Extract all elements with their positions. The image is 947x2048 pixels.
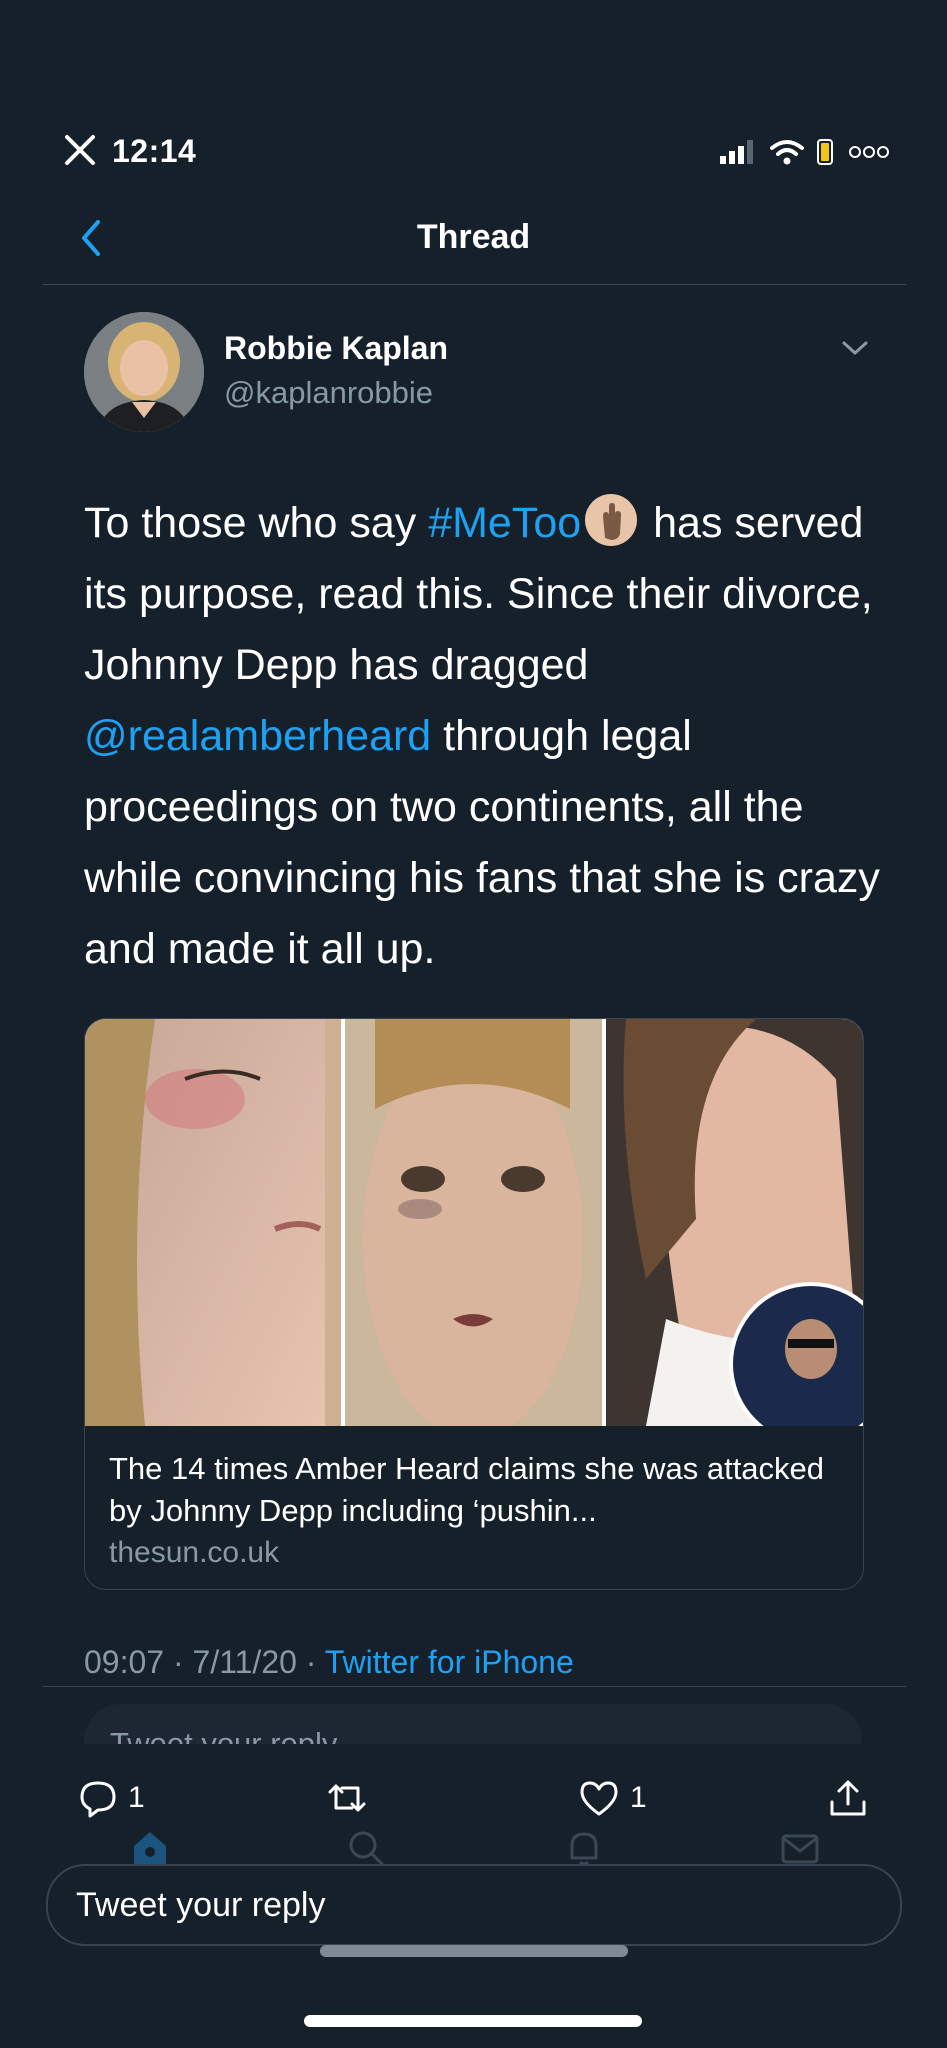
signal-icon xyxy=(720,140,753,164)
tweet-date: 7/11/20 xyxy=(192,1644,297,1680)
retweet-button[interactable] xyxy=(324,1774,370,1822)
reply-placeholder: Tweet your reply xyxy=(76,1886,326,1924)
tweet-time: 09:07 xyxy=(84,1644,165,1680)
link-card[interactable]: The 14 times Amber Heard claims she was … xyxy=(84,1018,864,1590)
tweet-text-part1: To those who say xyxy=(84,499,429,547)
reply-count: 1 xyxy=(128,1781,145,1814)
reply-button[interactable]: 1 xyxy=(78,1774,145,1822)
battery-icon xyxy=(817,139,833,165)
heart-icon xyxy=(580,1781,618,1816)
share-button[interactable] xyxy=(828,1774,868,1822)
mention-link[interactable]: @realamberheard xyxy=(84,712,431,760)
like-button[interactable]: 1 xyxy=(578,1774,647,1822)
meta-separator: · xyxy=(296,1644,325,1680)
meta-separator: · xyxy=(164,1644,193,1680)
header-divider xyxy=(42,284,906,285)
reply-icon xyxy=(80,1781,116,1818)
tweet-text: To those who say #MeToo has served its p… xyxy=(84,488,884,985)
wifi-icon xyxy=(770,140,804,165)
status-icons xyxy=(720,138,890,166)
card-photo-right xyxy=(606,1019,863,1426)
card-text: The 14 times Amber Heard claims she was … xyxy=(85,1426,863,1589)
retweet-icon xyxy=(328,1784,366,1812)
author-handle[interactable]: @kaplanrobbie xyxy=(224,375,433,411)
home-indicator[interactable] xyxy=(304,2015,642,2027)
more-dots-icon[interactable] xyxy=(848,145,890,159)
raised-hand-icon xyxy=(585,494,638,546)
share-icon xyxy=(830,1780,866,1816)
meta-divider xyxy=(42,1686,906,1687)
chevron-down-icon[interactable] xyxy=(838,336,872,360)
card-image xyxy=(85,1019,863,1426)
author-name[interactable]: Robbie Kaplan xyxy=(224,330,448,367)
page-title: Thread xyxy=(416,218,531,256)
avatar[interactable] xyxy=(84,312,204,432)
card-domain: thesun.co.uk xyxy=(109,1536,280,1569)
card-photo-left xyxy=(85,1019,341,1426)
card-photo-middle xyxy=(345,1019,602,1426)
card-title: The 14 times Amber Heard claims she was … xyxy=(109,1451,825,1528)
tweet-source-link[interactable]: Twitter for iPhone xyxy=(325,1644,574,1680)
tweet-meta: 09:07 · 7/11/20 · Twitter for iPhone xyxy=(84,1644,574,1681)
reply-input[interactable]: Tweet your reply xyxy=(46,1864,902,1946)
close-icon[interactable] xyxy=(62,132,98,168)
hashtag-link[interactable]: #MeToo xyxy=(428,499,581,547)
scroll-handle[interactable] xyxy=(320,1945,628,1957)
like-count: 1 xyxy=(630,1781,647,1814)
status-time: 12:14 xyxy=(112,133,197,169)
